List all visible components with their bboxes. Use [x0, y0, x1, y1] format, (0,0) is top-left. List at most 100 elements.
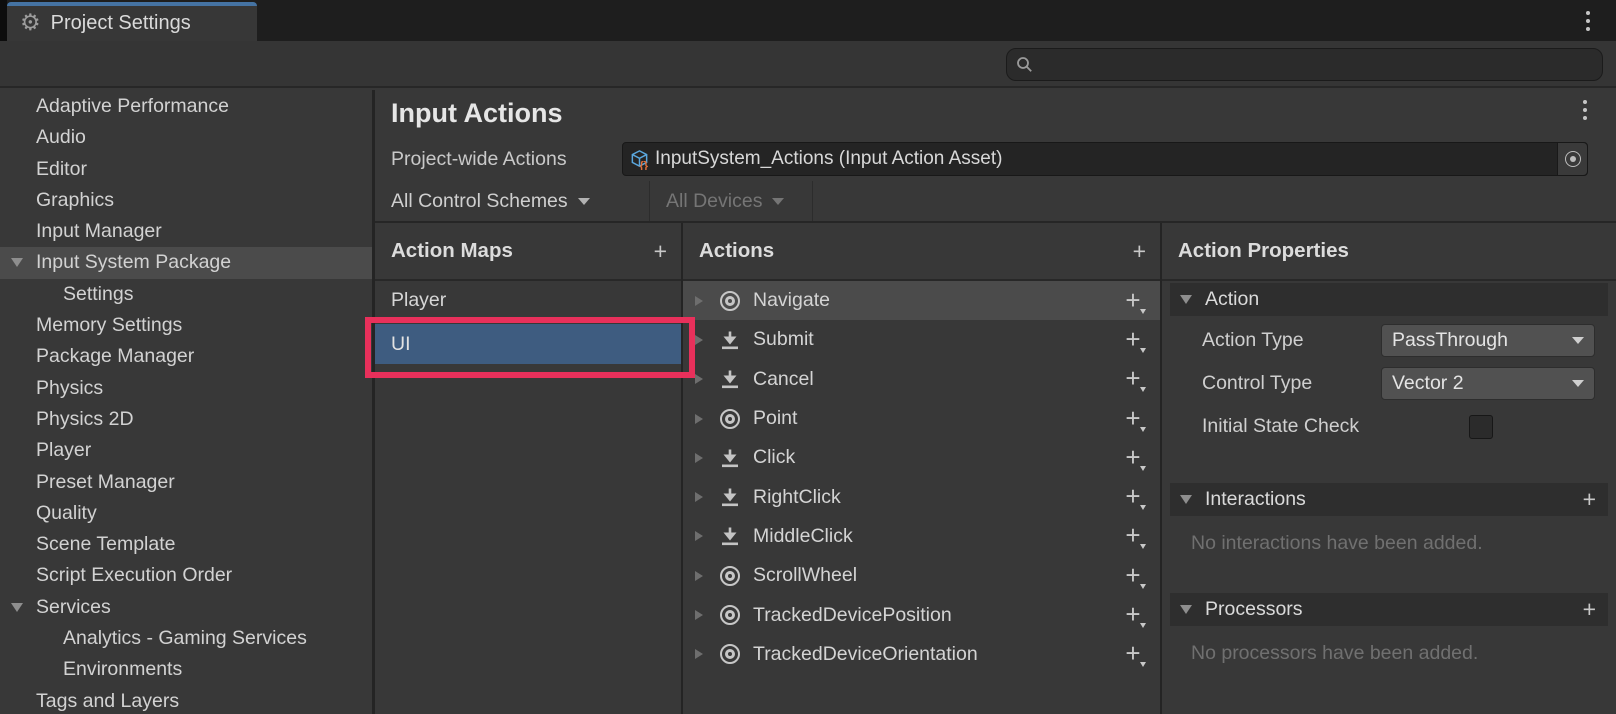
sidebar-item[interactable]: Physics — [0, 373, 372, 404]
sidebar-item-label: Services — [36, 596, 111, 618]
action-label: Click — [753, 446, 795, 469]
action-item[interactable]: Cancel + — [683, 360, 1160, 399]
interactions-section-foldout[interactable]: Interactions + — [1170, 483, 1608, 516]
sidebar-item-label: Package Manager — [36, 345, 194, 367]
add-processor-button[interactable]: + — [1583, 598, 1596, 621]
sidebar-item[interactable]: Services — [0, 592, 372, 623]
action-type-label: Action Type — [1202, 329, 1381, 352]
expand-icon[interactable] — [695, 492, 703, 502]
action-item[interactable]: Point + — [683, 399, 1160, 438]
project-wide-actions-field[interactable]: {} InputSystem_Actions (Input Action Ass… — [622, 142, 1588, 176]
project-wide-actions-label: Project-wide Actions — [375, 148, 622, 171]
action-type-value: PassThrough — [1392, 329, 1508, 352]
add-binding-button[interactable]: + — [1120, 365, 1146, 393]
action-label: Submit — [753, 328, 814, 351]
sidebar-item[interactable]: Audio — [0, 122, 372, 153]
action-item[interactable]: RightClick + — [683, 477, 1160, 516]
window-menu-icon[interactable] — [1586, 11, 1590, 31]
expand-icon[interactable] — [695, 414, 703, 424]
action-map-item[interactable]: Player — [375, 281, 681, 319]
sidebar-item[interactable]: Editor — [0, 154, 372, 185]
sidebar-item[interactable]: Adaptive Performance — [0, 91, 372, 122]
vector2-action-icon — [717, 288, 743, 314]
search-box[interactable] — [1006, 48, 1603, 81]
sidebar-item[interactable]: Preset Manager — [0, 467, 372, 498]
control-type-row: Control Type Vector 2 — [1162, 365, 1616, 402]
add-binding-button[interactable]: + — [1120, 601, 1146, 629]
tab-project-settings[interactable]: ⚙ Project Settings — [7, 2, 257, 41]
expand-icon[interactable] — [695, 531, 703, 541]
control-schemes-dropdown[interactable]: All Control Schemes — [375, 181, 650, 221]
sidebar-item[interactable]: Input Manager — [0, 216, 372, 247]
action-item[interactable]: TrackedDeviceOrientation + — [683, 635, 1160, 674]
devices-dropdown[interactable]: All Devices — [650, 181, 813, 221]
expand-icon[interactable] — [695, 649, 703, 659]
add-binding-button[interactable]: + — [1120, 640, 1146, 668]
chevron-down-icon — [1572, 380, 1584, 387]
page-title: Input Actions — [391, 98, 562, 129]
add-interaction-button[interactable]: + — [1583, 488, 1596, 511]
sidebar-item[interactable]: Script Execution Order — [0, 560, 372, 591]
action-item[interactable]: TrackedDevicePosition + — [683, 595, 1160, 634]
expand-icon[interactable] — [695, 610, 703, 620]
sidebar-item[interactable]: Memory Settings — [0, 310, 372, 341]
sidebar-item[interactable]: Physics 2D — [0, 404, 372, 435]
foldout-icon[interactable] — [11, 603, 23, 612]
sidebar-item[interactable]: Tags and Layers — [0, 686, 372, 714]
expand-icon[interactable] — [695, 453, 703, 463]
add-binding-button[interactable]: + — [1120, 405, 1146, 433]
action-label: Point — [753, 407, 797, 430]
action-item[interactable]: Navigate + — [683, 281, 1160, 320]
button-action-icon — [717, 523, 743, 549]
sidebar-item[interactable]: Scene Template — [0, 529, 372, 560]
action-label: TrackedDeviceOrientation — [753, 643, 978, 666]
action-item[interactable]: ScrollWheel + — [683, 556, 1160, 595]
sidebar-item[interactable]: Input System Package — [0, 247, 372, 278]
add-binding-button[interactable]: + — [1120, 287, 1146, 315]
object-picker-button[interactable] — [1557, 143, 1587, 175]
add-action-button[interactable]: + — [1133, 240, 1146, 263]
vector2-action-icon — [717, 406, 743, 432]
add-binding-button[interactable]: + — [1120, 562, 1146, 590]
control-type-dropdown[interactable]: Vector 2 — [1381, 367, 1595, 400]
sidebar-item-label: Quality — [36, 502, 97, 524]
sidebar-item[interactable]: Graphics — [0, 185, 372, 216]
sidebar-item[interactable]: Analytics - Gaming Services — [0, 623, 372, 654]
search-input[interactable] — [1039, 55, 1593, 75]
expand-icon[interactable] — [695, 374, 703, 384]
action-item[interactable]: MiddleClick + — [683, 517, 1160, 556]
add-binding-button[interactable]: + — [1120, 483, 1146, 511]
action-properties-column: Action Properties Action Action Type Pas… — [1162, 223, 1616, 714]
action-item[interactable]: Submit + — [683, 320, 1160, 359]
sidebar-item[interactable]: Environments — [0, 654, 372, 685]
action-item[interactable]: Click + — [683, 438, 1160, 477]
action-type-dropdown[interactable]: PassThrough — [1381, 324, 1595, 357]
processors-empty-text: No processors have been added. — [1191, 642, 1616, 665]
sidebar-item-label: Input System Package — [36, 251, 231, 273]
processors-section-foldout[interactable]: Processors + — [1170, 593, 1608, 626]
action-label: Cancel — [753, 368, 814, 391]
add-binding-button[interactable]: + — [1120, 444, 1146, 472]
input-actions-menu-icon[interactable] — [1583, 100, 1587, 120]
sidebar-item[interactable]: Package Manager — [0, 341, 372, 372]
actions-list: Navigate + — [683, 281, 1160, 674]
input-action-asset-icon: {} — [629, 149, 650, 170]
action-map-item[interactable]: UI — [375, 324, 681, 364]
vector2-action-icon — [717, 641, 743, 667]
sidebar-item[interactable]: Settings — [0, 279, 372, 310]
expand-icon[interactable] — [695, 571, 703, 581]
chevron-down-icon — [772, 198, 784, 205]
chevron-down-icon — [1572, 337, 1584, 344]
add-binding-button[interactable]: + — [1120, 326, 1146, 354]
expand-icon[interactable] — [695, 296, 703, 306]
foldout-icon[interactable] — [11, 258, 23, 267]
expand-icon[interactable] — [695, 335, 703, 345]
action-label: TrackedDevicePosition — [753, 604, 952, 627]
initial-state-check-checkbox[interactable] — [1469, 415, 1493, 439]
action-label: Navigate — [753, 289, 830, 312]
add-action-map-button[interactable]: + — [654, 240, 667, 263]
sidebar-item[interactable]: Quality — [0, 498, 372, 529]
sidebar-item[interactable]: Player — [0, 435, 372, 466]
action-section-foldout[interactable]: Action — [1170, 283, 1608, 316]
add-binding-button[interactable]: + — [1120, 522, 1146, 550]
